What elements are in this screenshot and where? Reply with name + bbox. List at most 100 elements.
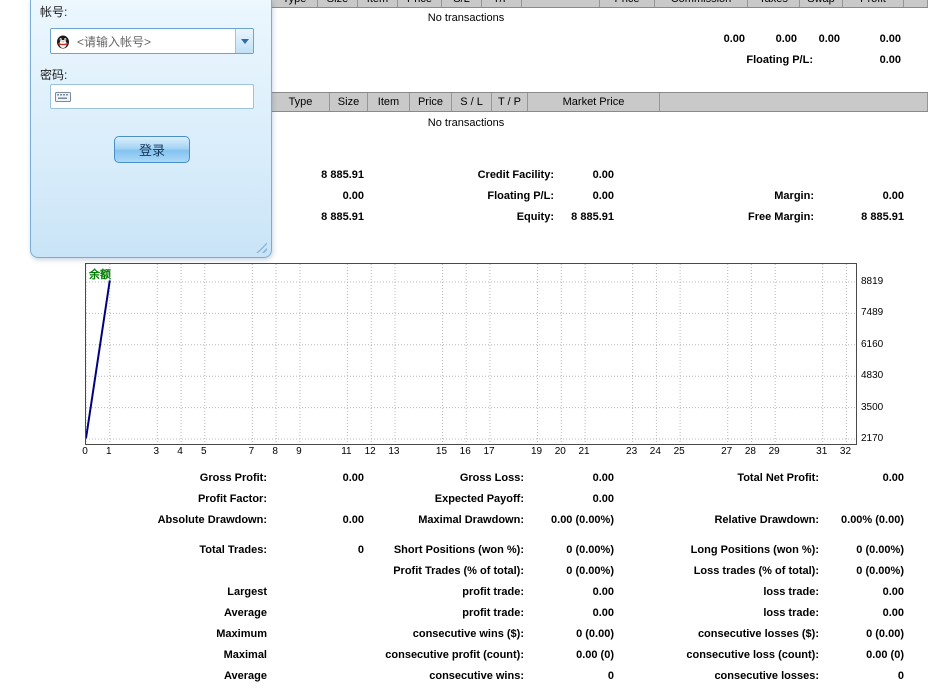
resize-grip[interactable] bbox=[256, 242, 267, 253]
stat-label: Profit Factor: bbox=[0, 493, 270, 505]
stat-label: Largest bbox=[0, 586, 270, 598]
stat-value: 8 885.91 bbox=[557, 211, 617, 223]
stat-label: Maximal bbox=[0, 649, 270, 661]
stat-value: 0.00 bbox=[527, 607, 617, 619]
x-axis-tick: 19 bbox=[525, 446, 549, 457]
y-axis-tick: 4830 bbox=[861, 370, 883, 381]
stat-value: 0.00 bbox=[270, 472, 367, 484]
stat-value: 8 885.91 bbox=[817, 211, 907, 223]
stat-label: consecutive wins: bbox=[367, 670, 527, 682]
table-row: Absolute Drawdown:0.00Maximal Drawdown:0… bbox=[0, 509, 907, 530]
floating-pl-label: Floating P/L: bbox=[746, 54, 813, 66]
stat-value: 0 (0.00%) bbox=[527, 544, 617, 556]
no-transactions-history: No transactions bbox=[272, 12, 660, 24]
stat-label: Maximal Drawdown: bbox=[367, 514, 527, 526]
table-row: Averageconsecutive wins:0consecutive los… bbox=[0, 665, 907, 686]
stat-value: 0.00 (0) bbox=[527, 649, 617, 661]
column-header: Market Price bbox=[528, 93, 660, 111]
table-row: Maximumconsecutive wins ($):0 (0.00)cons… bbox=[0, 623, 907, 644]
stat-value: 8 885.91 bbox=[270, 169, 367, 181]
x-axis-tick: 21 bbox=[572, 446, 596, 457]
x-axis-tick: 3 bbox=[144, 446, 168, 457]
column-header: S / L bbox=[452, 93, 492, 111]
stat-label: Gross Profit: bbox=[0, 472, 270, 484]
x-axis-tick: 11 bbox=[334, 446, 358, 457]
keyboard-icon[interactable] bbox=[55, 91, 71, 103]
column-header: Size bbox=[318, 0, 358, 8]
column-header: Item bbox=[368, 93, 410, 111]
x-axis-tick: 29 bbox=[762, 446, 786, 457]
account-combobox[interactable]: <请输入帐号> bbox=[50, 28, 254, 54]
login-button[interactable]: 登录 bbox=[114, 136, 190, 163]
password-field[interactable] bbox=[50, 84, 254, 109]
stat-value: 0.00 bbox=[557, 169, 617, 181]
stat-value: 0 (0.00%) bbox=[822, 565, 907, 577]
table-row: Profit Trades (% of total):0 (0.00%)Loss… bbox=[0, 560, 907, 581]
x-axis-tick: 32 bbox=[833, 446, 857, 457]
stat-label: Credit Facility: bbox=[367, 169, 557, 181]
stat-value: 0.00 bbox=[822, 472, 907, 484]
column-header: S/L bbox=[442, 0, 482, 8]
stat-label: consecutive profit (count): bbox=[367, 649, 527, 661]
stat-value: 0.00 bbox=[527, 586, 617, 598]
stat-value: 0.00 bbox=[527, 472, 617, 484]
x-axis-tick: 8 bbox=[263, 446, 287, 457]
stat-label: Expected Payoff: bbox=[367, 493, 527, 505]
screen: TypeSizeItemPriceS/LT/PPriceCommissionTa… bbox=[0, 0, 928, 691]
x-axis-tick: 9 bbox=[287, 446, 311, 457]
x-axis-tick: 20 bbox=[548, 446, 572, 457]
column-header: Price bbox=[600, 0, 655, 8]
column-header bbox=[660, 93, 928, 111]
chart-plot-area: 余额 bbox=[85, 263, 857, 445]
column-header: Price bbox=[398, 0, 442, 8]
open-trades-header-row: TypeSizeItemPriceS / LT / PMarket Price bbox=[272, 93, 928, 111]
x-axis-tick: 28 bbox=[738, 446, 762, 457]
x-axis-tick: 12 bbox=[358, 446, 382, 457]
stat-label: consecutive loss (count): bbox=[617, 649, 822, 661]
x-axis-tick: 17 bbox=[477, 446, 501, 457]
total-value: 0.00 bbox=[770, 33, 840, 45]
column-header: Size bbox=[330, 93, 368, 111]
chevron-down-icon bbox=[241, 39, 249, 44]
stat-value: 0.00 bbox=[270, 514, 367, 526]
table-row: Averageprofit trade:0.00loss trade:0.00 bbox=[0, 602, 907, 623]
stat-value: 0 bbox=[527, 670, 617, 682]
stat-value: 0 (0.00) bbox=[527, 628, 617, 640]
y-axis-tick: 6160 bbox=[861, 339, 883, 350]
column-header: T/P bbox=[482, 0, 522, 8]
x-axis-tick: 5 bbox=[192, 446, 216, 457]
account-input[interactable]: <请输入帐号> bbox=[77, 33, 235, 50]
x-axis-tick: 4 bbox=[168, 446, 192, 457]
history-table-header-cut: TypeSizeItemPriceS/LT/PPriceCommissionTa… bbox=[272, 0, 928, 8]
account-dropdown-button[interactable] bbox=[235, 29, 253, 53]
column-header: Type bbox=[272, 0, 318, 8]
column-header bbox=[522, 0, 600, 8]
stat-label: Free Margin: bbox=[617, 211, 817, 223]
stat-value: 0.00% (0.00) bbox=[822, 514, 907, 526]
column-header: Swap bbox=[800, 0, 843, 8]
stat-value: 0.00 bbox=[817, 190, 907, 202]
password-label: 密码: bbox=[40, 66, 67, 83]
stat-label: loss trade: bbox=[617, 586, 822, 598]
y-axis-tick: 8819 bbox=[861, 276, 883, 287]
stat-value: 0.00 bbox=[527, 493, 617, 505]
x-axis-tick: 7 bbox=[239, 446, 263, 457]
stat-label: consecutive wins ($): bbox=[367, 628, 527, 640]
stat-label: consecutive losses ($): bbox=[617, 628, 822, 640]
stat-label: Total Trades: bbox=[0, 544, 270, 556]
x-axis-tick: 0 bbox=[73, 446, 97, 457]
history-header-row: TypeSizeItemPriceS/LT/PPriceCommissionTa… bbox=[272, 0, 928, 8]
stat-label: Short Positions (won %): bbox=[367, 544, 527, 556]
floating-pl-value: 0.00 bbox=[880, 54, 901, 66]
statistics-table: Gross Profit:0.00Gross Loss:0.00Total Ne… bbox=[0, 467, 907, 686]
x-axis-tick: 13 bbox=[382, 446, 406, 457]
stat-label: consecutive losses: bbox=[617, 670, 822, 682]
chart-canvas bbox=[86, 264, 856, 444]
y-axis-tick: 2170 bbox=[861, 433, 883, 444]
x-axis-tick: 24 bbox=[643, 446, 667, 457]
account-label: 帐号: bbox=[40, 3, 67, 20]
column-header: Taxes bbox=[748, 0, 800, 8]
stat-label: Total Net Profit: bbox=[617, 472, 822, 484]
stat-value: 8 885.91 bbox=[270, 211, 367, 223]
chart-title: 余额 bbox=[89, 266, 111, 282]
